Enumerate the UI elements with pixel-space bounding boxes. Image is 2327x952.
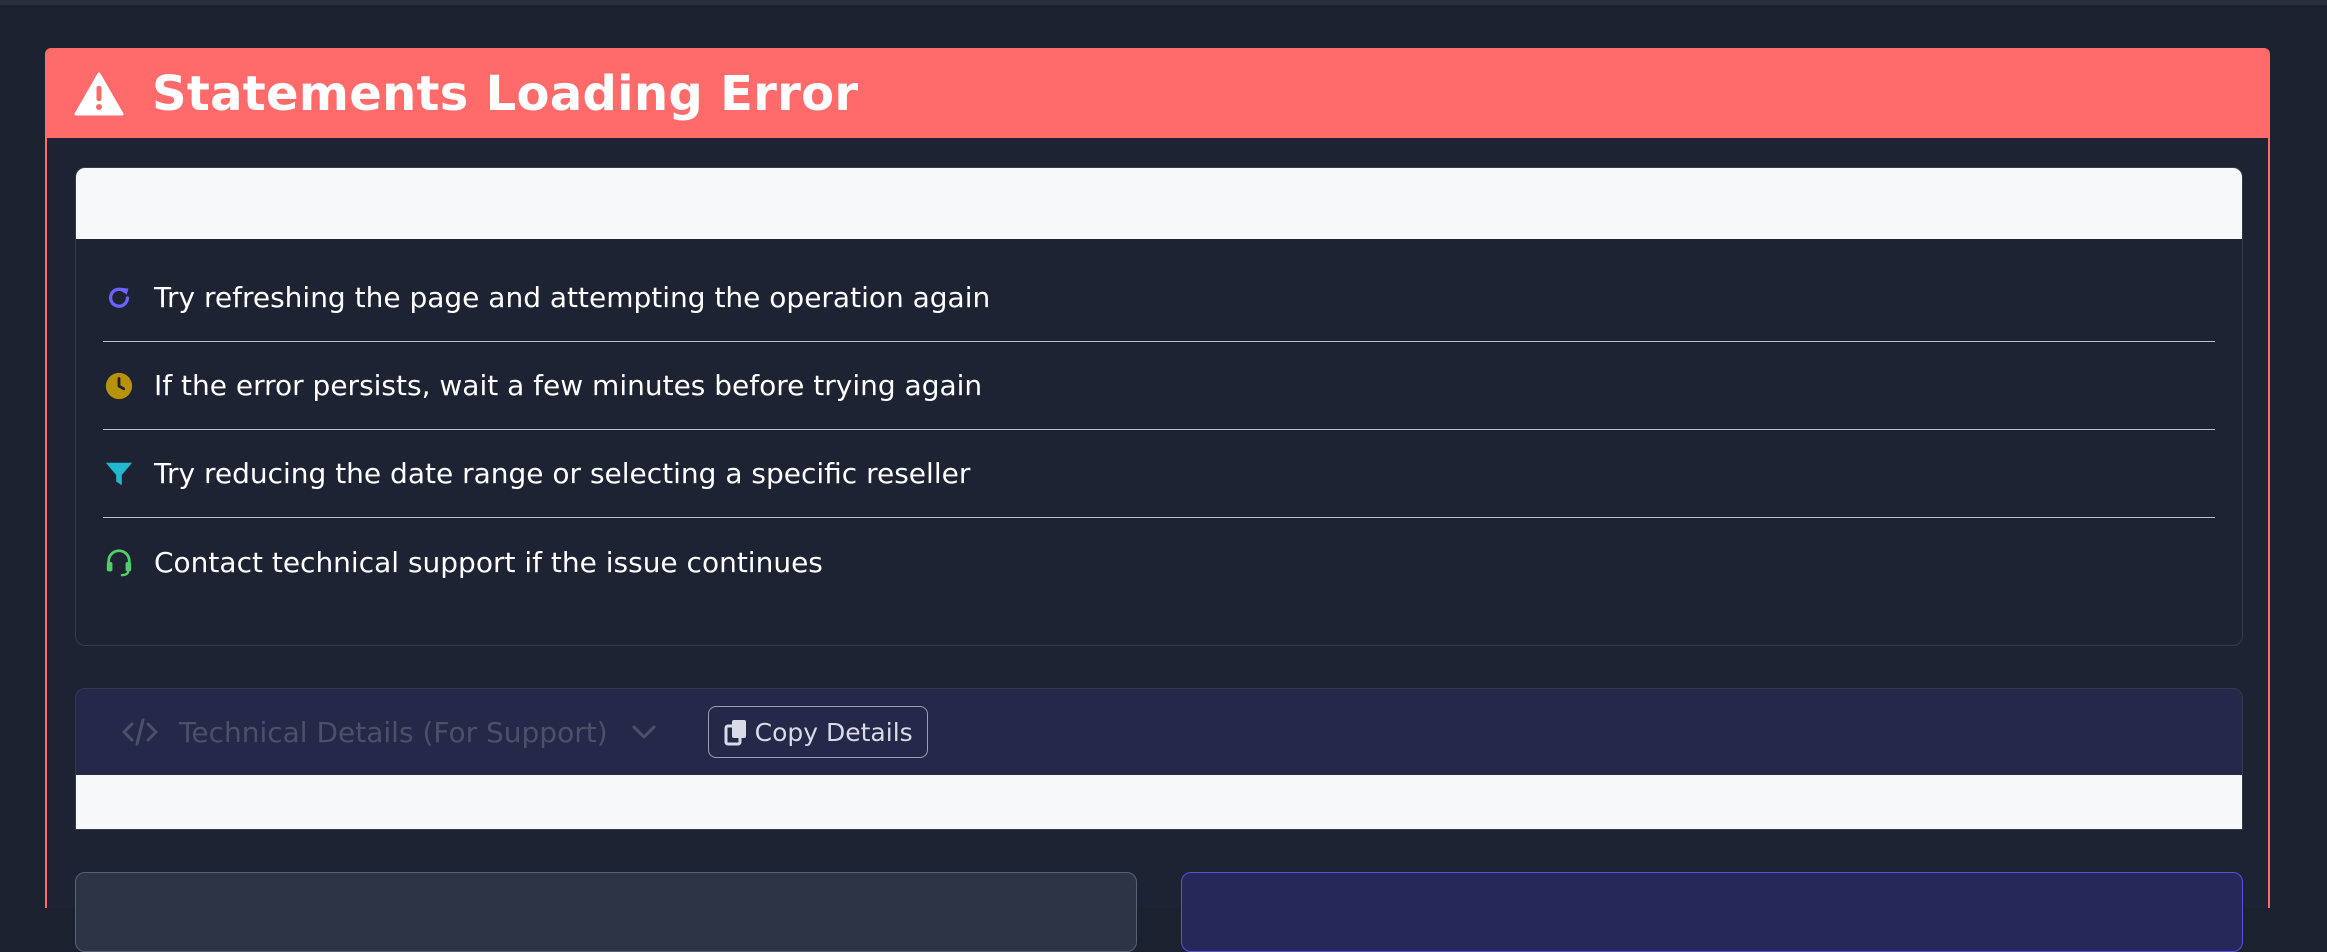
technical-details-label: Technical Details (For Support) bbox=[179, 715, 608, 749]
headset-icon bbox=[103, 546, 135, 578]
copy-details-label: Copy Details bbox=[754, 717, 913, 747]
technical-details-panel: Technical Details (For Support) Copy Det… bbox=[75, 688, 2243, 830]
list-item: Try refreshing the page and attempting t… bbox=[103, 254, 2215, 342]
filter-icon bbox=[103, 458, 135, 490]
error-title: Statements Loading Error bbox=[152, 66, 859, 122]
clock-icon bbox=[103, 370, 135, 402]
chevron-down-icon bbox=[632, 725, 656, 739]
list-item: Contact technical support if the issue c… bbox=[103, 518, 2215, 606]
step-text: Try refreshing the page and attempting t… bbox=[154, 281, 991, 314]
left-action-panel bbox=[75, 872, 1137, 952]
error-card: Statements Loading Error Try refreshing … bbox=[45, 48, 2270, 952]
technical-details-toggle[interactable]: Technical Details (For Support) Copy Det… bbox=[76, 689, 2242, 775]
error-header: Statements Loading Error bbox=[47, 50, 2268, 138]
list-item: If the error persists, wait a few minute… bbox=[103, 342, 2215, 430]
troubleshooting-steps: Try refreshing the page and attempting t… bbox=[75, 167, 2243, 646]
refresh-icon bbox=[103, 282, 135, 314]
warning-triangle-icon bbox=[74, 72, 124, 116]
technical-details-body bbox=[76, 775, 2242, 829]
list-item: Try reducing the date range or selecting… bbox=[103, 430, 2215, 518]
right-action-panel bbox=[1181, 872, 2243, 952]
steps-list: Try refreshing the page and attempting t… bbox=[76, 254, 2242, 606]
step-text: If the error persists, wait a few minute… bbox=[154, 369, 983, 402]
code-icon bbox=[122, 718, 158, 746]
step-text: Contact technical support if the issue c… bbox=[154, 545, 823, 579]
steps-heading bbox=[76, 168, 2242, 239]
step-text: Try reducing the date range or selecting… bbox=[154, 457, 971, 490]
window-top-border bbox=[0, 0, 2327, 5]
copy-details-button[interactable]: Copy Details bbox=[707, 706, 928, 758]
copy-icon bbox=[724, 720, 746, 746]
